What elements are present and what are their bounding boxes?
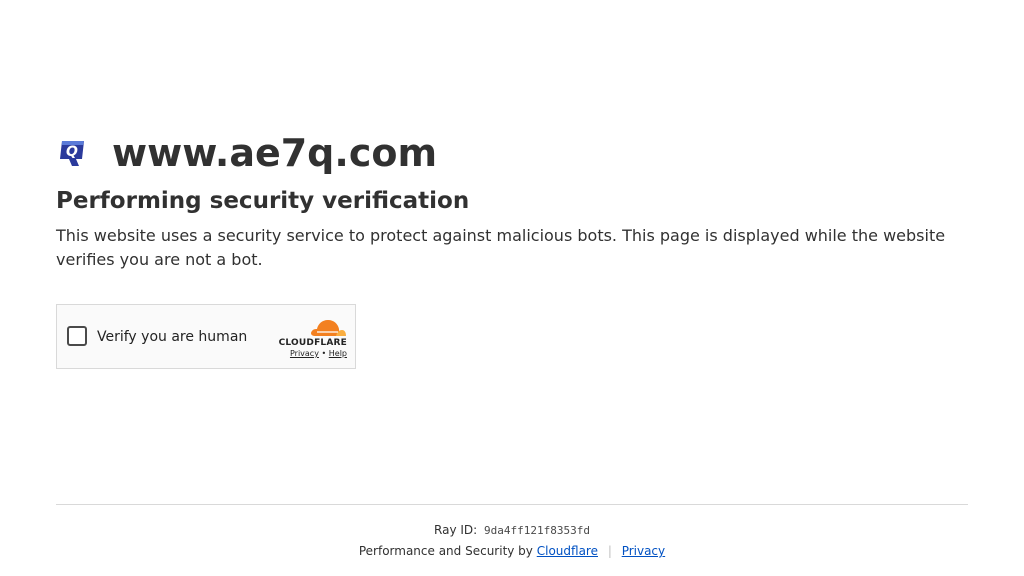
cloudflare-branding: CLOUDFLARE Privacy • Help — [271, 317, 347, 359]
ae7q-q-logo-icon: Q — [56, 137, 88, 169]
site-header: Q www.ae7q.com — [56, 128, 437, 178]
footer: Ray ID: 9da4ff121f8353fd Performance and… — [56, 520, 968, 562]
challenge-page: Q www.ae7q.com Performing security verif… — [0, 0, 1024, 576]
verify-label: Verify you are human — [97, 329, 248, 345]
turnstile-widget: Verify you are human CLOUDFLARE Privacy … — [56, 304, 356, 369]
ray-id-value: 9da4ff121f8353fd — [484, 524, 590, 537]
site-domain-title: www.ae7q.com — [112, 131, 438, 175]
favicon-letter: Q — [66, 144, 78, 160]
cloudflare-wordmark: CLOUDFLARE — [278, 338, 347, 348]
footer-privacy-link[interactable]: Privacy — [622, 544, 665, 558]
performance-text: Performance and Security by — [358, 544, 533, 558]
widget-privacy-link[interactable]: Privacy — [290, 349, 319, 358]
widget-link-separator: • — [321, 349, 327, 358]
cloudflare-link[interactable]: Cloudflare — [537, 544, 598, 558]
performance-line: Performance and Security by Cloudflare |… — [56, 540, 968, 562]
ray-id-label: Ray ID: — [434, 523, 478, 537]
widget-links: Privacy • Help — [290, 349, 347, 358]
page-description: This website uses a security service to … — [56, 226, 946, 269]
verify-checkbox[interactable] — [67, 326, 87, 346]
widget-help-link[interactable]: Help — [329, 349, 347, 358]
cloudflare-cloud-icon — [311, 320, 346, 336]
ray-id-line: Ray ID: 9da4ff121f8353fd — [56, 520, 968, 540]
footer-divider — [56, 504, 968, 505]
page-heading: Performing security verification — [56, 188, 470, 214]
footer-separator: | — [607, 544, 612, 558]
